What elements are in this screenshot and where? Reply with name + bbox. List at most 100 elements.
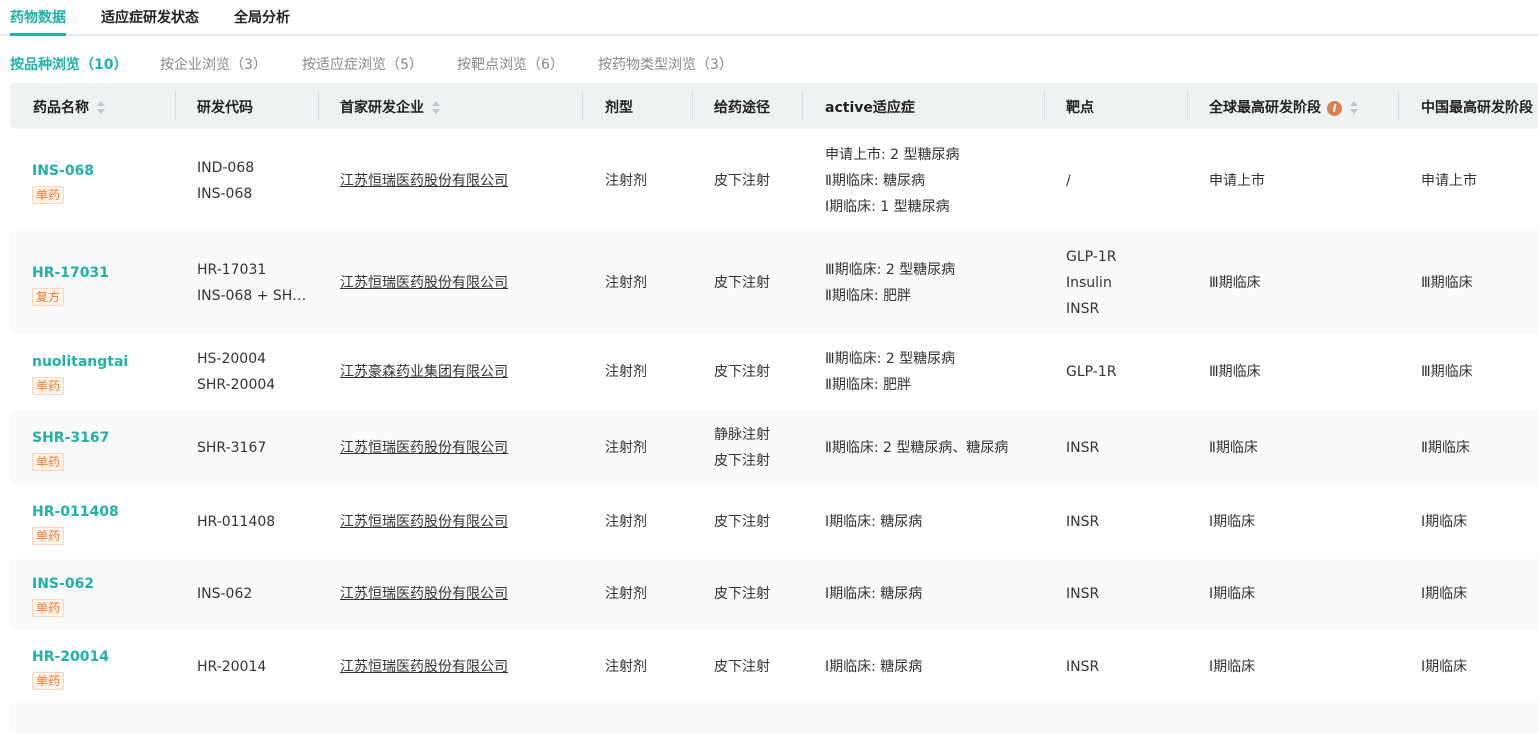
form-cell: 注射剂: [605, 658, 647, 675]
china-stage-cell: Ⅰ期临床: [1421, 586, 1468, 602]
company-link[interactable]: 江苏恒瑞医药股份有限公司: [340, 435, 508, 461]
company-link[interactable]: 江苏恒瑞医药股份有限公司: [340, 581, 508, 607]
subtab-by-company[interactable]: 按企业浏览（3）: [160, 54, 267, 74]
route: 皮下注射: [714, 172, 770, 189]
code-cell: INS-062: [197, 558, 252, 630]
drug-type-tag: 单药: [32, 377, 65, 395]
drug-type-tag: 单药: [32, 185, 65, 204]
divider: [318, 92, 319, 120]
company-cell: 江苏恒瑞医药股份有限公司: [340, 558, 508, 630]
code: INS-068 + SH…: [197, 287, 307, 304]
global-stage-cell: 申请上市: [1209, 172, 1265, 189]
table-row: SHR-3167 单药 SHR-3167 江苏恒瑞医药股份有限公司 注射剂 静脉注…: [10, 410, 1538, 485]
target-cell: INSR: [1066, 410, 1099, 485]
drug-type-tag: 单药: [32, 671, 65, 690]
drug-name-cell: SHR-3167 单药: [32, 410, 109, 485]
code-cell: SHR-3167: [197, 410, 266, 485]
drug-name-link[interactable]: HR-20014: [32, 644, 109, 670]
target-cell: INSR: [1066, 558, 1099, 630]
drug-type-tag: 复方: [32, 287, 65, 306]
target-cell: INSR: [1066, 630, 1099, 703]
tab-drug-data[interactable]: 药物数据: [10, 7, 66, 36]
target: GLP-1R: [1066, 248, 1117, 265]
tab-indication-status[interactable]: 适应症研发状态: [101, 7, 199, 27]
code: HR-011408: [197, 513, 276, 530]
drug-type-tag: 单药: [32, 452, 65, 471]
form-cell: 注射剂: [605, 586, 647, 602]
drug-name-link[interactable]: HR-011408: [32, 499, 119, 525]
col-form: 剂型: [605, 100, 633, 116]
route: 皮下注射: [714, 513, 770, 530]
company-cell: 江苏恒瑞医药股份有限公司: [340, 410, 508, 485]
indication-cell: Ⅲ期临床: 2 型糖尿病 Ⅱ期临床: 肥胖: [825, 231, 955, 334]
global-stage-cell: Ⅲ期临床: [1209, 274, 1261, 291]
company-cell: 江苏恒瑞医药股份有限公司: [340, 630, 508, 703]
col-label: 药品名称: [33, 100, 89, 116]
drug-name-link[interactable]: SHR-3167: [32, 425, 109, 451]
global-stage-cell: Ⅲ期临床: [1209, 364, 1261, 380]
indication-cell: Ⅲ期临床: 2 型糖尿病 Ⅱ期临床: 肥胖: [825, 334, 955, 410]
company-link[interactable]: 江苏恒瑞医药股份有限公司: [340, 270, 508, 296]
table-header: 药品名称 研发代码 首家研发企业 剂型 给药途径 active适应症 靶点 全球…: [10, 83, 1538, 129]
subtab-by-target[interactable]: 按靶点浏览（6）: [457, 54, 564, 74]
indication: Ⅱ期临床: 糖尿病: [825, 172, 926, 189]
col-company[interactable]: 首家研发企业: [340, 97, 441, 117]
code: SHR-20004: [197, 377, 276, 393]
info-icon[interactable]: i: [1327, 100, 1342, 116]
target: /: [1066, 172, 1071, 189]
drug-name-link[interactable]: INS-062: [32, 571, 94, 597]
col-global-stage[interactable]: 全球最高研发阶段 i: [1209, 97, 1359, 117]
company-link[interactable]: 江苏恒瑞医药股份有限公司: [340, 654, 508, 680]
company-link[interactable]: 江苏恒瑞医药股份有限公司: [340, 509, 508, 535]
sort-icon[interactable]: [1350, 101, 1359, 115]
table-row: INS-068 单药 IND-068 INS-068 江苏恒瑞医药股份有限公司 注射…: [10, 130, 1538, 231]
divider: [1398, 92, 1399, 120]
route: 静脉注射: [714, 426, 770, 443]
divider: [582, 92, 583, 120]
code-cell: HR-20014: [197, 630, 266, 703]
sort-icon[interactable]: [432, 101, 441, 115]
code: HS-20004: [197, 351, 267, 367]
china-stage-cell: Ⅲ期临床: [1421, 364, 1473, 380]
indication: Ⅰ期临床: 糖尿病: [825, 586, 923, 602]
subtab-by-variety[interactable]: 按品种浏览（10）: [10, 54, 127, 74]
indication: Ⅲ期临床: 2 型糖尿病: [825, 351, 956, 367]
route: 皮下注射: [714, 658, 770, 675]
target: INSR: [1066, 300, 1100, 317]
divider: [802, 92, 803, 120]
indication: Ⅰ期临床: 糖尿病: [825, 513, 923, 530]
china-stage-cell: Ⅱ期临床: [1421, 439, 1470, 456]
subtab-by-indication[interactable]: 按适应症浏览（5）: [302, 54, 423, 74]
sort-icon[interactable]: [97, 101, 106, 115]
col-label: 全球最高研发阶段: [1209, 100, 1321, 116]
tab-global-analysis[interactable]: 全局分析: [234, 7, 290, 27]
company-link[interactable]: 江苏豪森药业集团有限公司: [340, 359, 508, 385]
table-row: HR-011408 单药 HR-011408 江苏恒瑞医药股份有限公司 注射剂 皮…: [10, 485, 1538, 558]
drug-name-link[interactable]: INS-068: [32, 158, 94, 184]
form-cell: 注射剂: [605, 274, 647, 291]
table-row: nuolitangtai 单药 HS-20004 SHR-20004 江苏豪森药业集…: [10, 334, 1538, 410]
table-row: INS-062 单药 INS-062 江苏恒瑞医药股份有限公司 注射剂 皮下注射 …: [10, 558, 1538, 630]
global-stage-cell: Ⅰ期临床: [1209, 586, 1256, 602]
route-cell: 静脉注射 皮下注射: [714, 410, 770, 485]
form-cell: 注射剂: [605, 172, 647, 189]
subtab-by-drug-type[interactable]: 按药物类型浏览（3）: [598, 54, 733, 74]
code: HR-20014: [197, 658, 267, 675]
route: 皮下注射: [714, 586, 770, 602]
target: INSR: [1066, 513, 1100, 530]
drug-name-cell: nuolitangtai 单药: [32, 334, 128, 410]
indication-cell: Ⅰ期临床: 糖尿病: [825, 485, 922, 558]
col-drug-name[interactable]: 药品名称: [33, 97, 106, 117]
code: IND-068: [197, 159, 255, 176]
target: GLP-1R: [1066, 364, 1117, 380]
indication: Ⅱ期临床: 2 型糖尿病、糖尿病: [825, 439, 1009, 456]
main-tabs: 药物数据 适应症研发状态 全局分析: [0, 0, 1538, 36]
col-indication: active适应症: [825, 100, 915, 116]
route-cell: 皮下注射: [714, 130, 770, 231]
target-cell: INSR: [1066, 485, 1099, 558]
global-stage-cell: Ⅰ期临床: [1209, 513, 1256, 530]
drug-name-link[interactable]: HR-17031: [32, 260, 109, 286]
company-link[interactable]: 江苏恒瑞医药股份有限公司: [340, 168, 508, 194]
drug-name-link[interactable]: nuolitangtai: [32, 349, 128, 375]
indication: Ⅱ期临床: 肥胖: [825, 287, 912, 304]
